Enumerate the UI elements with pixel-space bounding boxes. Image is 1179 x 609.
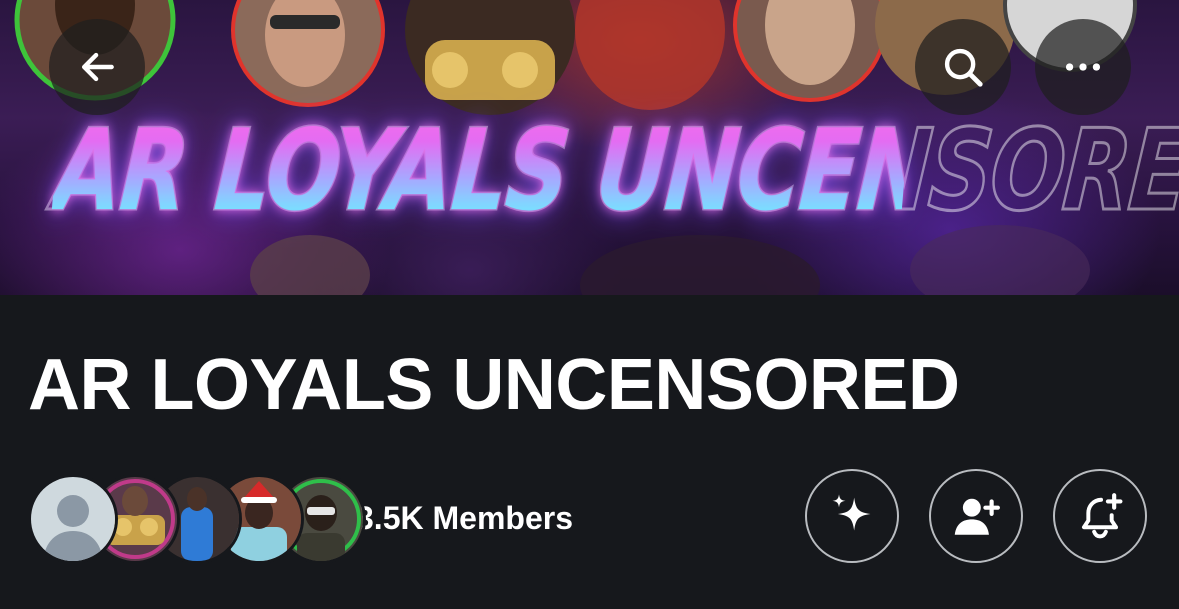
banner-portrait (231, 0, 385, 107)
avatar (28, 474, 118, 564)
search-icon (944, 48, 983, 87)
community-title: AR LOYALS UNCENSORED (28, 345, 960, 425)
explore-sparkle-button[interactable] (805, 469, 899, 563)
bell-add-icon (1081, 493, 1123, 539)
arrow-left-icon (81, 52, 114, 82)
more-horizontal-icon (1065, 63, 1101, 71)
back-button[interactable] (49, 19, 145, 115)
community-banner: AR LOYALS UNCENSORED AR LOYALS UNCENSORE… (0, 0, 1179, 295)
sparkle-icon (832, 494, 871, 531)
members-count[interactable]: 3.5K Members (356, 498, 573, 538)
more-options-button[interactable] (1035, 19, 1131, 115)
banner-portrait (575, 0, 725, 110)
member-avatar-stack[interactable] (28, 474, 366, 564)
banner-logo-text: AR LOYALS UNCENSORED (49, 96, 1179, 246)
person-add-icon (954, 498, 1000, 535)
community-page: AR LOYALS UNCENSORED AR LOYALS UNCENSORE… (0, 0, 1179, 609)
search-button[interactable] (915, 19, 1011, 115)
add-member-button[interactable] (929, 469, 1023, 563)
notifications-button[interactable] (1053, 469, 1147, 563)
banner-portrait (733, 0, 887, 102)
